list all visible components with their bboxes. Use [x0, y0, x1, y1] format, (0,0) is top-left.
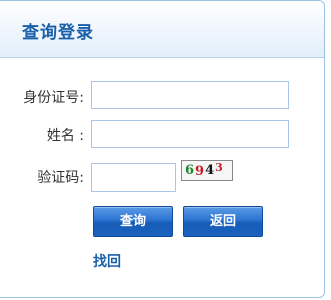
id-number-label: 身份证号:	[23, 90, 84, 106]
panel-header: 查询登录	[0, 1, 324, 58]
captcha-char: 4	[205, 163, 216, 178]
name-input[interactable]	[91, 120, 289, 148]
id-number-input[interactable]	[91, 81, 289, 109]
captcha-label: 验证码:	[37, 170, 84, 186]
captcha-char: 6	[185, 163, 196, 178]
query-button[interactable]: 查询	[93, 206, 173, 237]
name-label: 姓名 :	[46, 128, 84, 144]
captcha-char: 3	[215, 161, 224, 174]
back-button[interactable]: 返回	[183, 206, 263, 237]
captcha-image[interactable]: 6943	[181, 160, 233, 181]
login-panel: 查询登录 身份证号: 姓名 : 验证码: 6943 查询 返回 找回	[0, 0, 325, 298]
retrieve-link[interactable]: 找回	[93, 251, 121, 271]
captcha-char: 9	[195, 164, 206, 179]
page-title: 查询登录	[22, 23, 94, 43]
captcha-input[interactable]	[91, 163, 176, 192]
